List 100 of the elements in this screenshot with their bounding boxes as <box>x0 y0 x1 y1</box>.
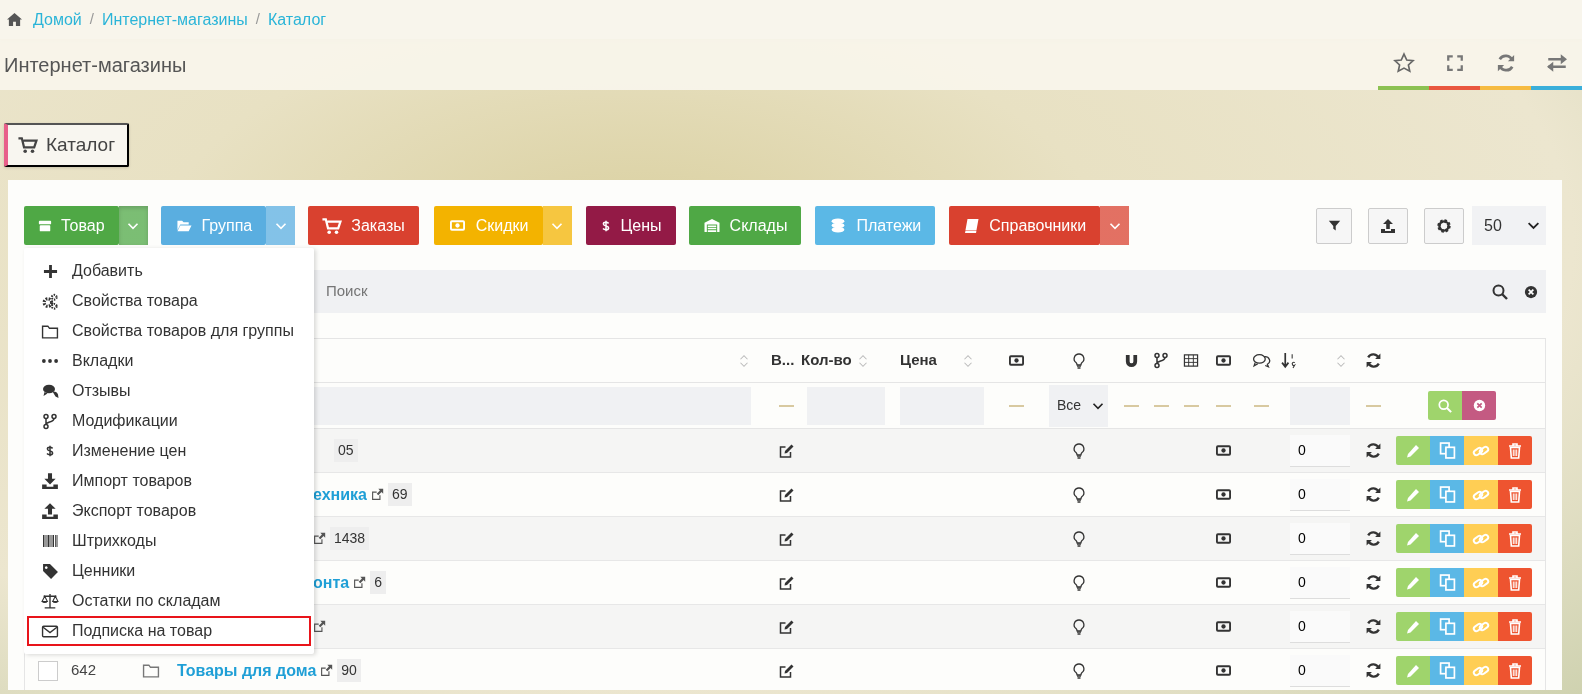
section-tab[interactable]: Каталог <box>4 123 130 167</box>
cart-icon <box>18 136 38 154</box>
dropdown-toggle-button[interactable] <box>542 206 572 245</box>
menu-item[interactable]: Штрихкоды <box>27 526 311 556</box>
name-filter-field[interactable] <box>313 386 751 425</box>
delete-button[interactable] <box>1498 480 1532 509</box>
edit-button[interactable] <box>1396 524 1430 553</box>
trash-icon <box>1507 662 1523 679</box>
branch-icon <box>1153 352 1169 369</box>
menu-item[interactable]: Ценники <box>27 556 311 586</box>
refresh-button[interactable] <box>1365 442 1382 459</box>
search-field[interactable]: Поиск <box>324 279 1492 304</box>
filter-button[interactable] <box>1316 207 1352 244</box>
column-header: Цена <box>900 350 937 371</box>
menu-item[interactable]: Свойства товаров для группы <box>27 316 311 346</box>
refresh-button[interactable] <box>1365 530 1382 547</box>
empty-dash <box>1366 404 1381 407</box>
home-icon <box>6 12 23 27</box>
copy-button[interactable] <box>1430 480 1464 509</box>
link-button[interactable] <box>1464 480 1498 509</box>
reset-filter-button[interactable] <box>1462 391 1496 420</box>
delete-button[interactable] <box>1498 524 1532 553</box>
empty-dash <box>1123 404 1139 407</box>
edit-button[interactable] <box>1396 612 1430 641</box>
refresh-button[interactable] <box>1365 662 1382 679</box>
toolbar-button[interactable]: Справочники <box>949 206 1101 245</box>
tag-icon <box>41 562 59 580</box>
toolbar-button[interactable]: Цены <box>585 206 676 245</box>
barcode-icon <box>40 533 60 549</box>
refresh-icon <box>1495 52 1516 73</box>
pencil-icon <box>1405 442 1421 459</box>
link-button[interactable] <box>1464 568 1498 597</box>
menu-item[interactable]: Остатки по складам <box>27 586 311 616</box>
settings-button[interactable] <box>1424 207 1464 244</box>
apply-filter-button[interactable] <box>1428 391 1462 420</box>
export-button[interactable] <box>1368 207 1408 244</box>
sort-order-field[interactable]: 0 <box>1290 434 1350 467</box>
empty-dash <box>1153 404 1169 407</box>
copy-button[interactable] <box>1430 612 1464 641</box>
delete-button[interactable] <box>1498 656 1532 685</box>
link-button[interactable] <box>1464 436 1498 465</box>
clear-search-button[interactable] <box>1524 284 1538 299</box>
lightbulb-icon <box>1070 485 1087 504</box>
delete-button[interactable] <box>1498 436 1532 465</box>
menu-item[interactable]: Вкладки <box>27 346 311 376</box>
banknote-icon <box>1214 663 1233 678</box>
page-size-select[interactable]: 50 <box>1472 206 1546 245</box>
edit-button[interactable] <box>1396 480 1430 509</box>
dropdown-toggle-button[interactable] <box>1100 206 1130 245</box>
dropdown-toggle-button[interactable] <box>266 206 296 245</box>
refresh-icon <box>1365 486 1382 503</box>
edit-icon <box>777 442 795 459</box>
book-icon <box>963 217 981 234</box>
copy-button[interactable] <box>1430 568 1464 597</box>
pencil-icon <box>1405 574 1421 591</box>
refresh-button[interactable] <box>1365 618 1382 635</box>
link-button[interactable] <box>1464 612 1498 641</box>
edit-button[interactable] <box>1396 656 1430 685</box>
gear-icon <box>1436 217 1452 234</box>
menu-item[interactable]: Свойства товара <box>27 286 311 316</box>
pencil-icon <box>1405 530 1421 547</box>
status-filter-select[interactable]: Все <box>1049 384 1108 427</box>
magnet-icon <box>1123 353 1139 368</box>
delete-button[interactable] <box>1498 612 1532 641</box>
sort-order-field[interactable]: 0 <box>1290 522 1350 555</box>
copy-icon <box>1438 530 1456 547</box>
refresh-icon <box>1365 618 1382 635</box>
menu-item[interactable]: Подписка на товар <box>27 616 311 646</box>
pencil-icon <box>1405 486 1421 503</box>
refresh-button[interactable] <box>1365 486 1382 503</box>
link-button[interactable] <box>1464 524 1498 553</box>
copy-icon <box>1438 574 1456 591</box>
copy-button[interactable] <box>1430 656 1464 685</box>
branch-icon <box>42 412 58 430</box>
edit-button[interactable] <box>1396 436 1430 465</box>
menu-item[interactable]: Модификации <box>27 406 311 436</box>
link-button[interactable] <box>1464 656 1498 685</box>
toolbar-button[interactable]: Заказы <box>308 206 419 245</box>
pencil-icon <box>1405 662 1421 679</box>
item-count: 1438 <box>330 527 370 550</box>
checkbox-icon <box>38 660 58 681</box>
plus-icon <box>42 263 58 279</box>
menu-item[interactable]: Добавить <box>27 256 311 286</box>
menu-item[interactable]: Изменение цен <box>27 436 311 466</box>
menu-item[interactable]: Импорт товаров <box>27 466 311 496</box>
copy-button[interactable] <box>1430 436 1464 465</box>
edit-icon <box>777 486 795 503</box>
dropdown-toggle-button[interactable] <box>118 206 148 245</box>
item-count: 6 <box>370 571 386 594</box>
empty-dash <box>1216 404 1231 407</box>
search-button[interactable] <box>1492 283 1508 300</box>
copy-button[interactable] <box>1430 524 1464 553</box>
edit-button[interactable] <box>1396 568 1430 597</box>
open-folder-icon <box>174 218 193 233</box>
upload-icon <box>41 502 59 520</box>
menu-item[interactable]: Экспорт товаров <box>27 496 311 526</box>
refresh-button[interactable] <box>1365 574 1382 591</box>
menu-item[interactable]: Отзывы <box>27 376 311 406</box>
delete-button[interactable] <box>1498 568 1532 597</box>
sort-order-field[interactable]: 0 <box>1290 610 1350 643</box>
